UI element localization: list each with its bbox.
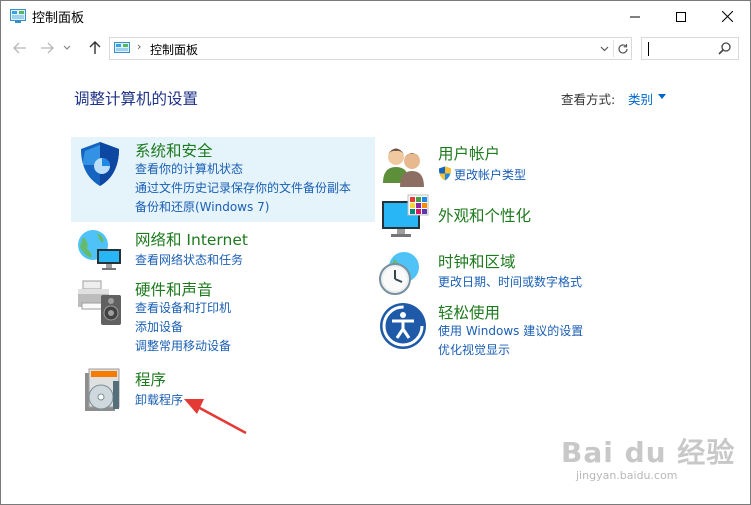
category-title[interactable]: 程序 [135, 368, 166, 390]
control-panel-app-icon [10, 9, 26, 23]
ease-of-access-icon [380, 303, 426, 349]
network-globe-icon [78, 230, 121, 270]
link-file-history-backup[interactable]: 通过文件历史记录保存你的文件备份副本 [135, 179, 351, 196]
users-icon [383, 148, 424, 187]
category-title[interactable]: 轻松使用 [438, 301, 500, 323]
link-change-date-time-format[interactable]: 更改日期、时间或数字格式 [438, 273, 582, 290]
watermark-url: jingyan.baidu.com [576, 469, 678, 482]
page-title: 调整计算机的设置 [74, 90, 199, 108]
category-clock-region[interactable]: 时钟和区域 更改日期、时间或数字格式 [376, 247, 696, 299]
programs-disc-icon [85, 368, 120, 411]
minimize-button[interactable] [612, 1, 658, 32]
category-hardware-sound[interactable]: 硬件和声音 查看设备和打印机 添加设备 调整常用移动设备 [71, 277, 375, 357]
uac-shield-icon [439, 166, 451, 181]
view-by-label: 查看方式: [561, 92, 616, 107]
back-button[interactable] [9, 38, 31, 58]
link-uninstall-program[interactable]: 卸载程序 [135, 391, 183, 408]
maximize-icon [676, 11, 686, 22]
category-title[interactable]: 用户帐户 [438, 142, 500, 164]
link-change-account-type[interactable]: 更改帐户类型 [454, 166, 526, 183]
minimize-icon [630, 16, 640, 17]
control-panel-small-icon [114, 42, 130, 53]
link-view-computer-status[interactable]: 查看你的计算机状态 [135, 160, 243, 177]
category-title[interactable]: 网络和 Internet [135, 228, 248, 250]
link-backup-restore[interactable]: 备份和还原(Windows 7) [135, 198, 269, 215]
close-button[interactable] [704, 1, 750, 32]
up-button[interactable] [84, 38, 106, 58]
recent-locations-button[interactable] [60, 38, 74, 58]
arrow-left-icon [13, 42, 26, 54]
maximize-button[interactable] [658, 1, 704, 32]
refresh-icon [617, 43, 628, 54]
refresh-button[interactable] [613, 40, 631, 57]
link-network-status[interactable]: 查看网络状态和任务 [135, 251, 243, 268]
category-title[interactable]: 外观和个性化 [438, 204, 531, 226]
address-bar[interactable]: › 控制面板 [109, 37, 632, 60]
shield-icon [81, 142, 119, 186]
breadcrumb-separator: › [137, 40, 142, 53]
baidu-watermark: Bai du 经验 jingyan.baidu.com [561, 431, 736, 482]
breadcrumb-control-panel[interactable]: 控制面板 [150, 41, 198, 58]
navigation-bar: › 控制面板 [1, 32, 750, 64]
chevron-down-icon [63, 45, 71, 50]
category-user-accounts[interactable]: 用户帐户 更改帐户类型 [376, 137, 696, 189]
close-icon [721, 11, 733, 22]
watermark-logo-text: Bai du 经验 [561, 436, 736, 469]
category-ease-of-access[interactable]: 轻松使用 使用 Windows 建议的设置 优化视觉显示 [376, 299, 696, 361]
search-input[interactable] [641, 37, 739, 60]
forward-button[interactable] [36, 38, 58, 58]
control-panel-window: 控制面板 › 控制面板 调整计算机的设置 查看方式: 类别 系统和安全 查看你的… [0, 0, 751, 505]
caret-down-icon[interactable] [658, 94, 666, 99]
category-appearance-personalization[interactable]: 外观和个性化 [376, 191, 696, 243]
category-system-security[interactable]: 系统和安全 查看你的计算机状态 通过文件历史记录保存你的文件备份副本 备份和还原… [71, 137, 375, 222]
link-mobility-settings[interactable]: 调整常用移动设备 [135, 337, 231, 354]
search-icon[interactable] [718, 41, 732, 56]
arrow-up-icon [89, 41, 101, 54]
window-title: 控制面板 [32, 11, 85, 26]
chevron-down-icon [600, 46, 608, 51]
title-bar[interactable]: 控制面板 [1, 1, 750, 32]
address-history-dropdown[interactable] [597, 41, 611, 56]
printer-speaker-icon [78, 280, 121, 325]
category-programs[interactable]: 程序 卸载程序 [71, 365, 375, 415]
link-recommended-settings[interactable]: 使用 Windows 建议的设置 [438, 322, 583, 339]
link-add-device[interactable]: 添加设备 [135, 318, 183, 335]
category-title[interactable]: 硬件和声音 [135, 278, 213, 300]
link-optimize-visual-display[interactable]: 优化视觉显示 [438, 341, 510, 358]
category-network-internet[interactable]: 网络和 Internet 查看网络状态和任务 [71, 225, 375, 273]
category-title[interactable]: 系统和安全 [135, 139, 213, 161]
link-devices-printers[interactable]: 查看设备和打印机 [135, 299, 231, 316]
view-by-dropdown[interactable]: 类别 [628, 89, 653, 108]
clock-globe-icon [379, 252, 419, 295]
monitor-colors-icon [382, 194, 429, 237]
arrow-right-icon [41, 42, 54, 54]
category-title[interactable]: 时钟和区域 [438, 250, 516, 272]
text-caret [648, 42, 649, 56]
